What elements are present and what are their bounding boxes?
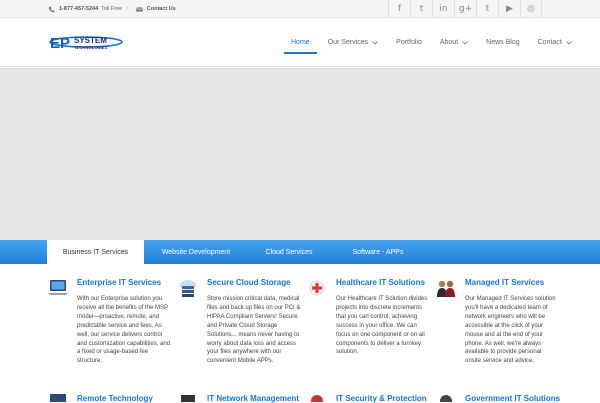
service-description: Store mission critical data, medical fil… — [207, 296, 301, 365]
phone-number[interactable]: 1-877-457-5244 — [59, 6, 98, 12]
tab-software-apps[interactable]: Software - APPs — [330, 240, 426, 264]
service-description: Our Healthcare IT Solution divides proje… — [336, 296, 428, 356]
nav-our-services-label: Our Services — [327, 39, 369, 46]
nav-our-services[interactable]: Our Services — [319, 18, 387, 67]
nav-portfolio[interactable]: Portfolio — [387, 18, 431, 67]
cloud-storage-icon — [180, 280, 196, 297]
service-tabs: Business IT Services Website Development… — [0, 240, 600, 264]
hero-banner — [0, 68, 600, 240]
logo-word-system: SYSTEM — [74, 36, 107, 45]
laptop-icon — [48, 280, 68, 295]
youtube-icon[interactable]: ▶ — [498, 0, 520, 18]
rss-icon[interactable]: ◎ — [520, 0, 542, 18]
service-title[interactable]: Government IT Solutions — [465, 394, 560, 403]
nav-home[interactable]: Home — [282, 18, 319, 67]
logo-letters: EP — [50, 35, 70, 52]
nav-about-label: About — [439, 39, 459, 46]
facebook-icon[interactable]: f — [388, 0, 410, 18]
phone-suffix: Toll Free — [101, 6, 123, 12]
services-grid: Enterprise IT Services With our Enterpri… — [0, 264, 600, 403]
healthcare-icon — [309, 280, 325, 296]
linkedin-icon[interactable]: in — [432, 0, 454, 18]
nav-news-blog-label: News Blog — [486, 39, 520, 46]
main-nav: Home Our Services Portfolio About News B… — [282, 18, 581, 67]
phone-icon — [48, 6, 55, 12]
site-header: EP SYSTEM TECHNOLOGIES Home Our Services… — [0, 18, 600, 67]
service-title[interactable]: Remote Technology — [77, 394, 153, 403]
service-description: With our Enterprise solution you receive… — [77, 296, 171, 365]
tab-website-development[interactable]: Website Development — [144, 240, 248, 264]
google-plus-icon[interactable]: g+ — [454, 0, 476, 18]
chevron-down-icon — [372, 40, 378, 45]
team-icon — [437, 280, 455, 297]
nav-home-label: Home — [291, 39, 310, 46]
chevron-down-icon — [462, 40, 468, 45]
tab-business-it-services[interactable]: Business IT Services — [47, 240, 144, 264]
service-title[interactable]: Managed IT Services — [465, 278, 544, 287]
remote-technology-icon — [50, 394, 66, 402]
company-logo[interactable]: EP SYSTEM TECHNOLOGIES — [48, 33, 124, 53]
nav-contact-label: Contact — [537, 39, 562, 46]
security-icon — [311, 395, 323, 402]
nav-contact[interactable]: Contact — [529, 18, 581, 67]
government-icon — [440, 395, 452, 402]
service-title[interactable]: Healthcare IT Solutions — [336, 278, 425, 287]
nav-portfolio-label: Portfolio — [396, 39, 422, 46]
twitter-icon[interactable]: t — [410, 0, 432, 18]
social-links: f t in g+ t ▶ ◎ — [388, 0, 542, 18]
nav-news-blog[interactable]: News Blog — [477, 18, 528, 67]
logo-word-technologies: TECHNOLOGIES — [74, 45, 108, 50]
network-icon — [181, 395, 195, 402]
top-bar: 1-877-457-5244 Toll Free / Contact Us f … — [0, 0, 600, 18]
top-separator: / — [126, 6, 128, 12]
tab-cloud-services[interactable]: Cloud Services — [248, 240, 330, 264]
chevron-down-icon — [565, 40, 572, 45]
service-title[interactable]: IT Network Management — [207, 394, 299, 403]
service-title[interactable]: IT Security & Protection — [336, 394, 427, 403]
contact-us-link[interactable]: Contact Us — [147, 6, 176, 12]
mail-icon — [135, 6, 143, 12]
tumblr-icon[interactable]: t — [476, 0, 498, 18]
service-description: Our Managed IT Services solution you'll … — [465, 296, 556, 365]
service-title[interactable]: Secure Cloud Storage — [207, 278, 291, 287]
service-title[interactable]: Enterprise IT Services — [77, 278, 161, 287]
top-contact-info: 1-877-457-5244 Toll Free / Contact Us — [48, 0, 176, 18]
nav-about[interactable]: About — [431, 18, 477, 67]
